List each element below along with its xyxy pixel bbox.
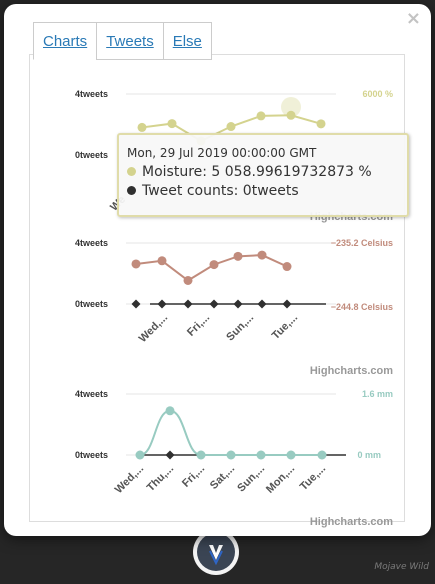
right-axis-tick: −244.8 Celsius [331, 302, 393, 312]
credits-link[interactable]: Highcharts.com [310, 516, 393, 528]
temperature-chart-svg: 4tweets 0tweets −235.2 Celsius −244.8 Ce… [75, 238, 393, 377]
tweet-count-point[interactable] [233, 299, 243, 309]
moisture-point[interactable] [226, 122, 236, 132]
tweet-count-point[interactable] [165, 450, 175, 460]
tooltip-series-value: Moisture: 5 058.99619732873 % [142, 164, 372, 180]
temperature-point[interactable] [131, 259, 141, 269]
left-axis-tick: 0tweets [75, 150, 108, 160]
right-axis-tick: 1.6 mm [362, 389, 393, 399]
x-axis-label: Sat,... [208, 463, 237, 492]
left-axis-tick: 4tweets [75, 389, 108, 399]
moisture-point[interactable] [137, 122, 147, 132]
right-axis-tick: −235.2 Celsius [331, 238, 393, 248]
right-axis-tick: 0 mm [357, 450, 381, 460]
tooltip-series-row: Moisture: 5 058.99619732873 % [127, 164, 372, 180]
right-axis-tick: 6000 % [362, 89, 393, 99]
left-axis-tick: 4tweets [75, 89, 108, 99]
tab-bar: Charts Tweets Else [33, 22, 212, 60]
tweet-count-point[interactable] [257, 299, 267, 309]
rain-point[interactable] [226, 450, 236, 460]
x-axis-label: Wed,... [137, 312, 170, 345]
moisture-point[interactable] [316, 119, 326, 129]
tweet-count-point[interactable] [282, 299, 292, 309]
x-axis-label: Tue,... [298, 463, 328, 493]
x-axis-label: Sun,... [224, 312, 256, 344]
tab-else[interactable]: Else [162, 22, 212, 60]
map-marker-icon[interactable] [191, 529, 241, 576]
rain-point[interactable] [165, 406, 175, 416]
x-axis-label: Thu,... [145, 463, 176, 494]
tweet-count-point[interactable] [131, 299, 141, 309]
tab-charts[interactable]: Charts [33, 22, 98, 60]
moisture-point[interactable] [286, 110, 296, 120]
temperature-point[interactable] [233, 251, 243, 261]
rain-point[interactable] [317, 450, 327, 460]
moisture-point[interactable] [256, 111, 266, 121]
temperature-point[interactable] [209, 260, 219, 270]
series-dot-icon [127, 186, 136, 195]
credits-link[interactable]: Highcharts.com [310, 365, 393, 377]
x-axis-label: Tue,... [270, 312, 300, 342]
rain-chart-svg: 4tweets 0tweets 1.6 mm 0 mm Wed,...Thu,.… [75, 389, 393, 528]
rain-series-line [139, 409, 322, 456]
tooltip-tweets-value: Tweet counts: 0tweets [142, 183, 299, 199]
left-axis-tick: 0tweets [75, 299, 108, 309]
tooltip-title: Mon, 29 Jul 2019 00:00:00 GMT [127, 146, 317, 160]
rain-point[interactable] [286, 450, 296, 460]
temperature-point[interactable] [257, 250, 267, 260]
left-axis-tick: 0tweets [75, 450, 108, 460]
tweet-count-point[interactable] [183, 299, 193, 309]
temperature-point[interactable] [282, 262, 292, 272]
tooltip-tweets-row: Tweet counts: 0tweets [127, 183, 299, 199]
tweet-count-point[interactable] [157, 299, 167, 309]
x-axis-label: Mon,... [264, 463, 297, 496]
left-axis-tick: 4tweets [75, 238, 108, 248]
rain-point[interactable] [256, 450, 266, 460]
moisture-point[interactable] [167, 119, 177, 129]
x-axis-label: Sun,... [235, 463, 267, 495]
x-axis-label: Wed,... [113, 463, 146, 496]
chart-tooltip: Mon, 29 Jul 2019 00:00:00 GMT Moisture: … [117, 133, 409, 217]
tweet-count-point[interactable] [209, 299, 219, 309]
x-axis-label: Fri,... [185, 312, 212, 339]
tab-tweets[interactable]: Tweets [96, 22, 164, 60]
map-place-label: Mojave Wild [374, 562, 429, 572]
rain-point[interactable] [196, 450, 206, 460]
x-axis-label: Fri,... [180, 463, 207, 490]
series-dot-icon [127, 167, 136, 176]
rain-point[interactable] [135, 450, 145, 460]
temperature-point[interactable] [157, 256, 167, 266]
temperature-point[interactable] [183, 275, 193, 285]
rain-chart[interactable]: 4tweets 0tweets 1.6 mm 0 mm Wed,... Thu,.… [26, 380, 398, 530]
temperature-chart[interactable]: 4tweets 0tweets −235.2 Celsius −244.8 Ce… [26, 228, 398, 380]
close-icon[interactable]: × [406, 8, 421, 29]
